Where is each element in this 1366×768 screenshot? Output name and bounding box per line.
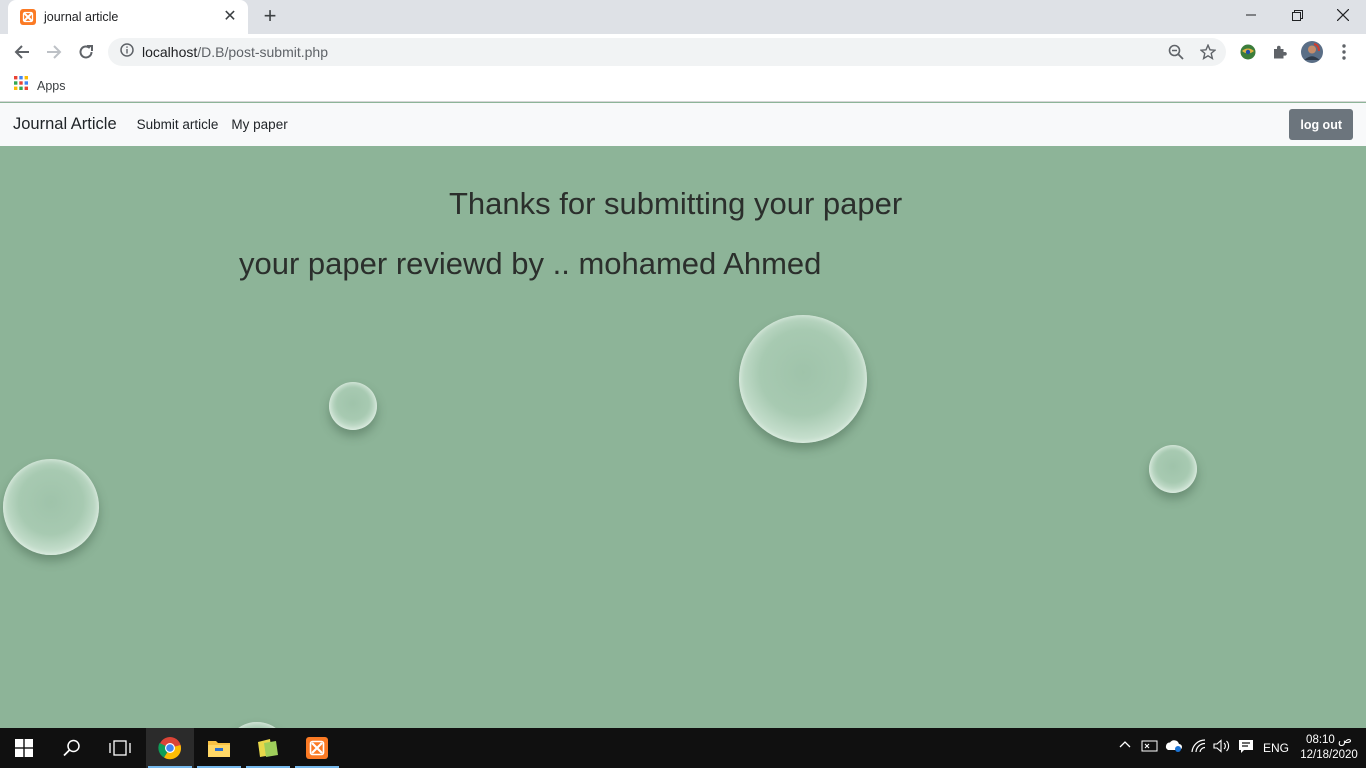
forward-arrow-icon[interactable] (42, 40, 66, 64)
minimize-icon[interactable] (1228, 0, 1274, 30)
clock-time: 08:10 ص (1306, 734, 1352, 746)
xampp-taskbar-icon[interactable] (293, 728, 341, 768)
file-explorer-icon[interactable] (195, 728, 243, 768)
reload-icon[interactable] (74, 40, 98, 64)
bubble-decoration (1149, 445, 1197, 493)
bubble-decoration (3, 459, 99, 555)
back-arrow-icon[interactable] (10, 40, 34, 64)
notes-icon[interactable] (244, 728, 292, 768)
browser-tab-strip: journal article ✕ + (0, 0, 1366, 34)
bubble-decoration (739, 315, 867, 443)
search-icon[interactable] (48, 728, 96, 768)
profile-avatar[interactable] (1300, 40, 1324, 64)
star-icon[interactable] (1196, 40, 1220, 64)
restore-icon[interactable] (1274, 0, 1320, 30)
page-content: Thanks for submitting your paper your pa… (0, 146, 1366, 728)
apps-bookmark[interactable]: Apps (37, 79, 66, 93)
url-path: /D.B/post-submit.php (197, 44, 328, 60)
info-icon[interactable] (120, 42, 134, 62)
browser-tab[interactable]: journal article ✕ (8, 0, 248, 34)
apps-grid-icon[interactable] (14, 76, 28, 95)
windows-taskbar: ENG 08:10 ص 12/18/2020 (0, 728, 1366, 768)
volume-icon[interactable] (1213, 739, 1231, 756)
more-vert-icon[interactable] (1332, 40, 1356, 64)
bubble-decoration (329, 382, 377, 430)
tab-title: journal article (44, 10, 119, 24)
address-bar[interactable]: localhost/D.B/post-submit.php (108, 38, 1226, 66)
url-text: localhost/D.B/post-submit.php (142, 44, 328, 60)
system-clock[interactable]: 08:10 ص 12/18/2020 (1297, 733, 1361, 763)
browser-toolbar: localhost/D.B/post-submit.php (0, 34, 1366, 70)
puzzle-icon[interactable] (1268, 40, 1292, 64)
plus-icon[interactable]: + (258, 5, 282, 29)
extension-icon[interactable] (1236, 40, 1260, 64)
chrome-icon[interactable] (146, 728, 194, 768)
windows-start-icon[interactable] (0, 728, 48, 768)
input-method-icon[interactable] (1141, 739, 1158, 756)
close-window-icon[interactable] (1320, 0, 1366, 30)
url-host: localhost (142, 44, 198, 60)
wifi-icon[interactable] (1191, 739, 1207, 756)
clock-date: 12/18/2020 (1300, 749, 1358, 761)
zoom-icon[interactable] (1164, 40, 1188, 64)
xampp-icon (20, 9, 36, 25)
network-icon[interactable] (1165, 739, 1183, 756)
task-view-icon[interactable] (96, 728, 144, 768)
notification-icon[interactable] (1238, 739, 1254, 757)
language-indicator[interactable]: ENG (1263, 741, 1289, 755)
logout-button[interactable]: log out (1289, 109, 1353, 140)
nav-link-my-paper[interactable]: My paper (231, 117, 287, 132)
close-icon[interactable]: ✕ (222, 9, 238, 25)
reviewer-text: your paper reviewd by .. mohamed Ahmed (239, 246, 822, 281)
bookmarks-bar: Apps (0, 70, 1366, 102)
page-heading: Thanks for submitting your paper (449, 186, 903, 221)
nav-link-submit-article[interactable]: Submit article (137, 117, 219, 132)
navbar-brand[interactable]: Journal Article (13, 115, 117, 134)
site-navbar: Journal Article Submit article My paper … (0, 103, 1366, 146)
chevron-up-icon[interactable] (1119, 739, 1131, 754)
